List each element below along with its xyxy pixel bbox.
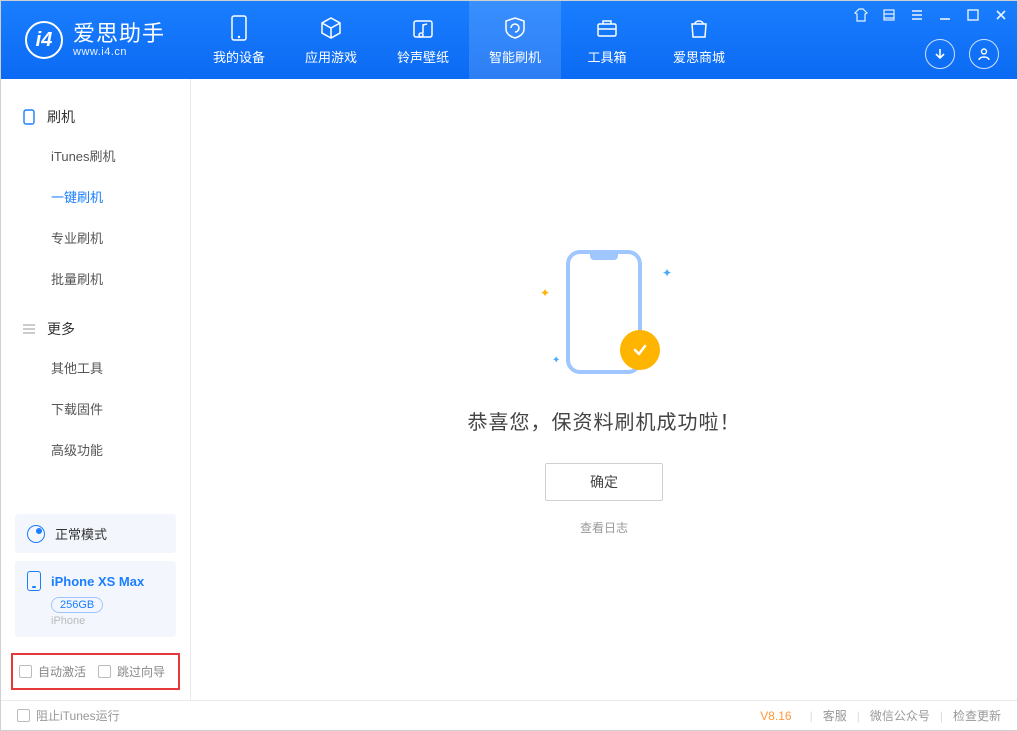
- device-panel[interactable]: iPhone XS Max 256GB iPhone: [15, 561, 176, 637]
- sparkle-icon: ✦: [540, 286, 550, 300]
- checkbox-icon: [98, 665, 111, 678]
- cube-icon: [318, 15, 344, 41]
- auto-activate-checkbox[interactable]: 自动激活: [19, 663, 86, 680]
- main-content: ✦ ✦ ✦ 恭喜您，保资料刷机成功啦！ 确定 查看日志: [191, 79, 1017, 700]
- bag-icon: [686, 15, 712, 41]
- tab-flash[interactable]: 智能刷机: [469, 1, 561, 79]
- checkbox-icon: [19, 665, 32, 678]
- sidebar-item-download-firmware[interactable]: 下载固件: [1, 388, 190, 429]
- tab-ringtones[interactable]: 铃声壁纸: [377, 1, 469, 79]
- app-subtitle: www.i4.cn: [73, 46, 165, 58]
- tab-label: 爱思商城: [673, 47, 725, 66]
- sidebar-group-more: 更多 其他工具 下载固件 高级功能: [1, 305, 190, 476]
- skip-wizard-checkbox[interactable]: 跳过向导: [98, 663, 165, 680]
- success-message: 恭喜您，保资料刷机成功啦！: [468, 406, 741, 435]
- tab-label: 铃声壁纸: [397, 47, 449, 66]
- user-button[interactable]: [969, 39, 999, 69]
- window-controls: [853, 7, 1009, 23]
- title-bar: i4 爱思助手 www.i4.cn 我的设备 应用游戏 铃声壁纸 智能刷机 工具…: [1, 1, 1017, 79]
- sidebar-item-pro-flash[interactable]: 专业刷机: [1, 217, 190, 258]
- footer-link-wechat[interactable]: 微信公众号: [870, 707, 930, 724]
- header-right-actions: [925, 39, 999, 69]
- device-capacity: 256GB: [51, 597, 103, 613]
- tab-label: 我的设备: [213, 47, 265, 66]
- refresh-shield-icon: [502, 15, 528, 41]
- app-logo-icon: i4: [25, 21, 63, 59]
- check-badge-icon: [620, 330, 660, 370]
- sidebar-item-oneclick-flash[interactable]: 一键刷机: [1, 176, 190, 217]
- sidebar-item-other-tools[interactable]: 其他工具: [1, 347, 190, 388]
- phone-icon: [27, 571, 41, 591]
- block-itunes-checkbox[interactable]: 阻止iTunes运行: [17, 707, 120, 724]
- download-button[interactable]: [925, 39, 955, 69]
- view-log-link[interactable]: 查看日志: [580, 519, 628, 536]
- device-name: iPhone XS Max: [51, 574, 144, 589]
- sidebar-group-flash: 刷机 iTunes刷机 一键刷机 专业刷机 批量刷机: [1, 93, 190, 305]
- phone-icon: [226, 15, 252, 41]
- toolbox-icon: [594, 15, 620, 41]
- footer-link-update[interactable]: 检查更新: [953, 707, 1001, 724]
- tab-apps[interactable]: 应用游戏: [285, 1, 377, 79]
- auto-activate-label: 自动激活: [38, 663, 86, 680]
- maximize-icon[interactable]: [965, 7, 981, 23]
- sparkle-icon: ✦: [662, 266, 672, 280]
- sidebar-group-title: 更多: [47, 319, 75, 339]
- status-bar: 阻止iTunes运行 V8.16 | 客服 | 微信公众号 | 检查更新: [1, 700, 1017, 730]
- sidebar-item-batch-flash[interactable]: 批量刷机: [1, 258, 190, 299]
- main-tabs: 我的设备 应用游戏 铃声壁纸 智能刷机 工具箱 爱思商城: [193, 1, 745, 79]
- mode-panel[interactable]: 正常模式: [15, 514, 176, 553]
- logo: i4 爱思助手 www.i4.cn: [1, 21, 185, 59]
- footer-link-support[interactable]: 客服: [823, 707, 847, 724]
- skin-icon[interactable]: [853, 7, 869, 23]
- tab-toolbox[interactable]: 工具箱: [561, 1, 653, 79]
- tab-my-device[interactable]: 我的设备: [193, 1, 285, 79]
- menu-icon[interactable]: [881, 7, 897, 23]
- version-label: V8.16: [760, 709, 791, 723]
- block-itunes-label: 阻止iTunes运行: [36, 707, 120, 724]
- sidebar-item-advanced[interactable]: 高级功能: [1, 429, 190, 470]
- list-icon[interactable]: [909, 7, 925, 23]
- sidebar-item-itunes-flash[interactable]: iTunes刷机: [1, 135, 190, 176]
- hamburger-icon: [21, 321, 37, 337]
- mode-label: 正常模式: [55, 524, 107, 543]
- skip-wizard-label: 跳过向导: [117, 663, 165, 680]
- bottom-options-highlight: 自动激活 跳过向导: [11, 653, 180, 690]
- device-icon: [21, 109, 37, 125]
- tab-label: 智能刷机: [489, 47, 541, 66]
- checkbox-icon: [17, 709, 30, 722]
- music-folder-icon: [410, 15, 436, 41]
- minimize-icon[interactable]: [937, 7, 953, 23]
- close-icon[interactable]: [993, 7, 1009, 23]
- tab-label: 应用游戏: [305, 47, 357, 66]
- ok-button[interactable]: 确定: [545, 463, 663, 501]
- app-title: 爱思助手: [73, 22, 165, 46]
- tab-label: 工具箱: [588, 47, 627, 66]
- success-illustration: ✦ ✦ ✦: [534, 244, 674, 384]
- tab-store[interactable]: 爱思商城: [653, 1, 745, 79]
- sidebar: 刷机 iTunes刷机 一键刷机 专业刷机 批量刷机 更多 其他工具 下载固件 …: [1, 79, 191, 700]
- mode-icon: [27, 525, 45, 543]
- sparkle-icon: ✦: [552, 355, 560, 366]
- sidebar-group-title: 刷机: [47, 107, 75, 127]
- device-type: iPhone: [51, 615, 164, 627]
